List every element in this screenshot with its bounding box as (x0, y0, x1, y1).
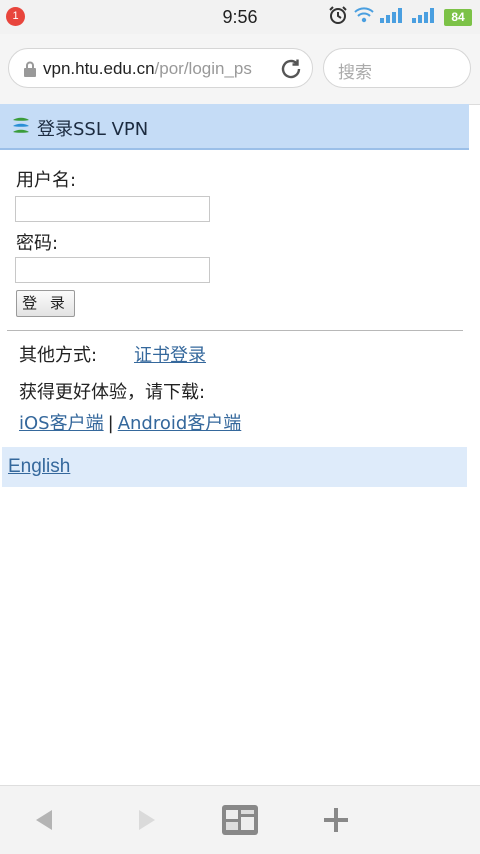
new-tab-icon[interactable] (306, 786, 366, 854)
other-methods-label: 其他方式: (19, 345, 98, 366)
password-field[interactable] (15, 257, 210, 283)
download-prompt: 获得更好体验，请下载: (19, 382, 206, 403)
username-field[interactable] (15, 196, 210, 222)
back-icon[interactable] (14, 786, 74, 854)
link-separator: | (107, 413, 114, 434)
search-placeholder: 搜索 (338, 63, 372, 83)
client-links: iOS客户端 | Android客户端 (19, 409, 241, 435)
url-text[interactable]: vpn.htu.edu.cn/por/login_ps (43, 59, 275, 79)
lock-icon (23, 61, 37, 81)
url-path: /por/login_ps (154, 59, 252, 78)
login-button[interactable]: 登 录 (16, 290, 75, 317)
status-bar: 1 9:56 84 (0, 0, 480, 34)
alarm-icon (328, 5, 348, 29)
reload-icon[interactable] (279, 57, 303, 85)
language-bar: English (2, 447, 467, 487)
page-title: 登录SSL VPN (37, 119, 149, 140)
english-link[interactable]: English (8, 456, 70, 478)
url-host: vpn.htu.edu.cn (43, 59, 155, 78)
browser-toolbar: vpn.htu.edu.cn/por/login_ps 搜索 (0, 34, 480, 105)
forward-icon[interactable] (117, 786, 177, 854)
password-label: 密码: (16, 233, 59, 254)
search-input[interactable]: 搜索 (323, 48, 471, 88)
signal-icon (412, 7, 438, 27)
divider (7, 330, 463, 331)
signal-icon (380, 7, 406, 27)
username-label: 用户名: (16, 170, 77, 191)
browser-bottom-bar (0, 785, 480, 854)
address-bar[interactable]: vpn.htu.edu.cn/por/login_ps (8, 48, 313, 88)
status-icons: 84 (328, 6, 472, 28)
ios-client-link[interactable]: iOS客户端 (19, 413, 104, 434)
page-header: 登录SSL VPN (0, 104, 469, 150)
android-client-link[interactable]: Android客户端 (118, 413, 242, 434)
tabs-icon[interactable] (210, 786, 270, 854)
cert-login-link[interactable]: 证书登录 (134, 341, 206, 367)
battery-icon: 84 (444, 8, 472, 26)
vpn-logo-icon (11, 116, 31, 140)
wifi-icon (354, 6, 374, 28)
